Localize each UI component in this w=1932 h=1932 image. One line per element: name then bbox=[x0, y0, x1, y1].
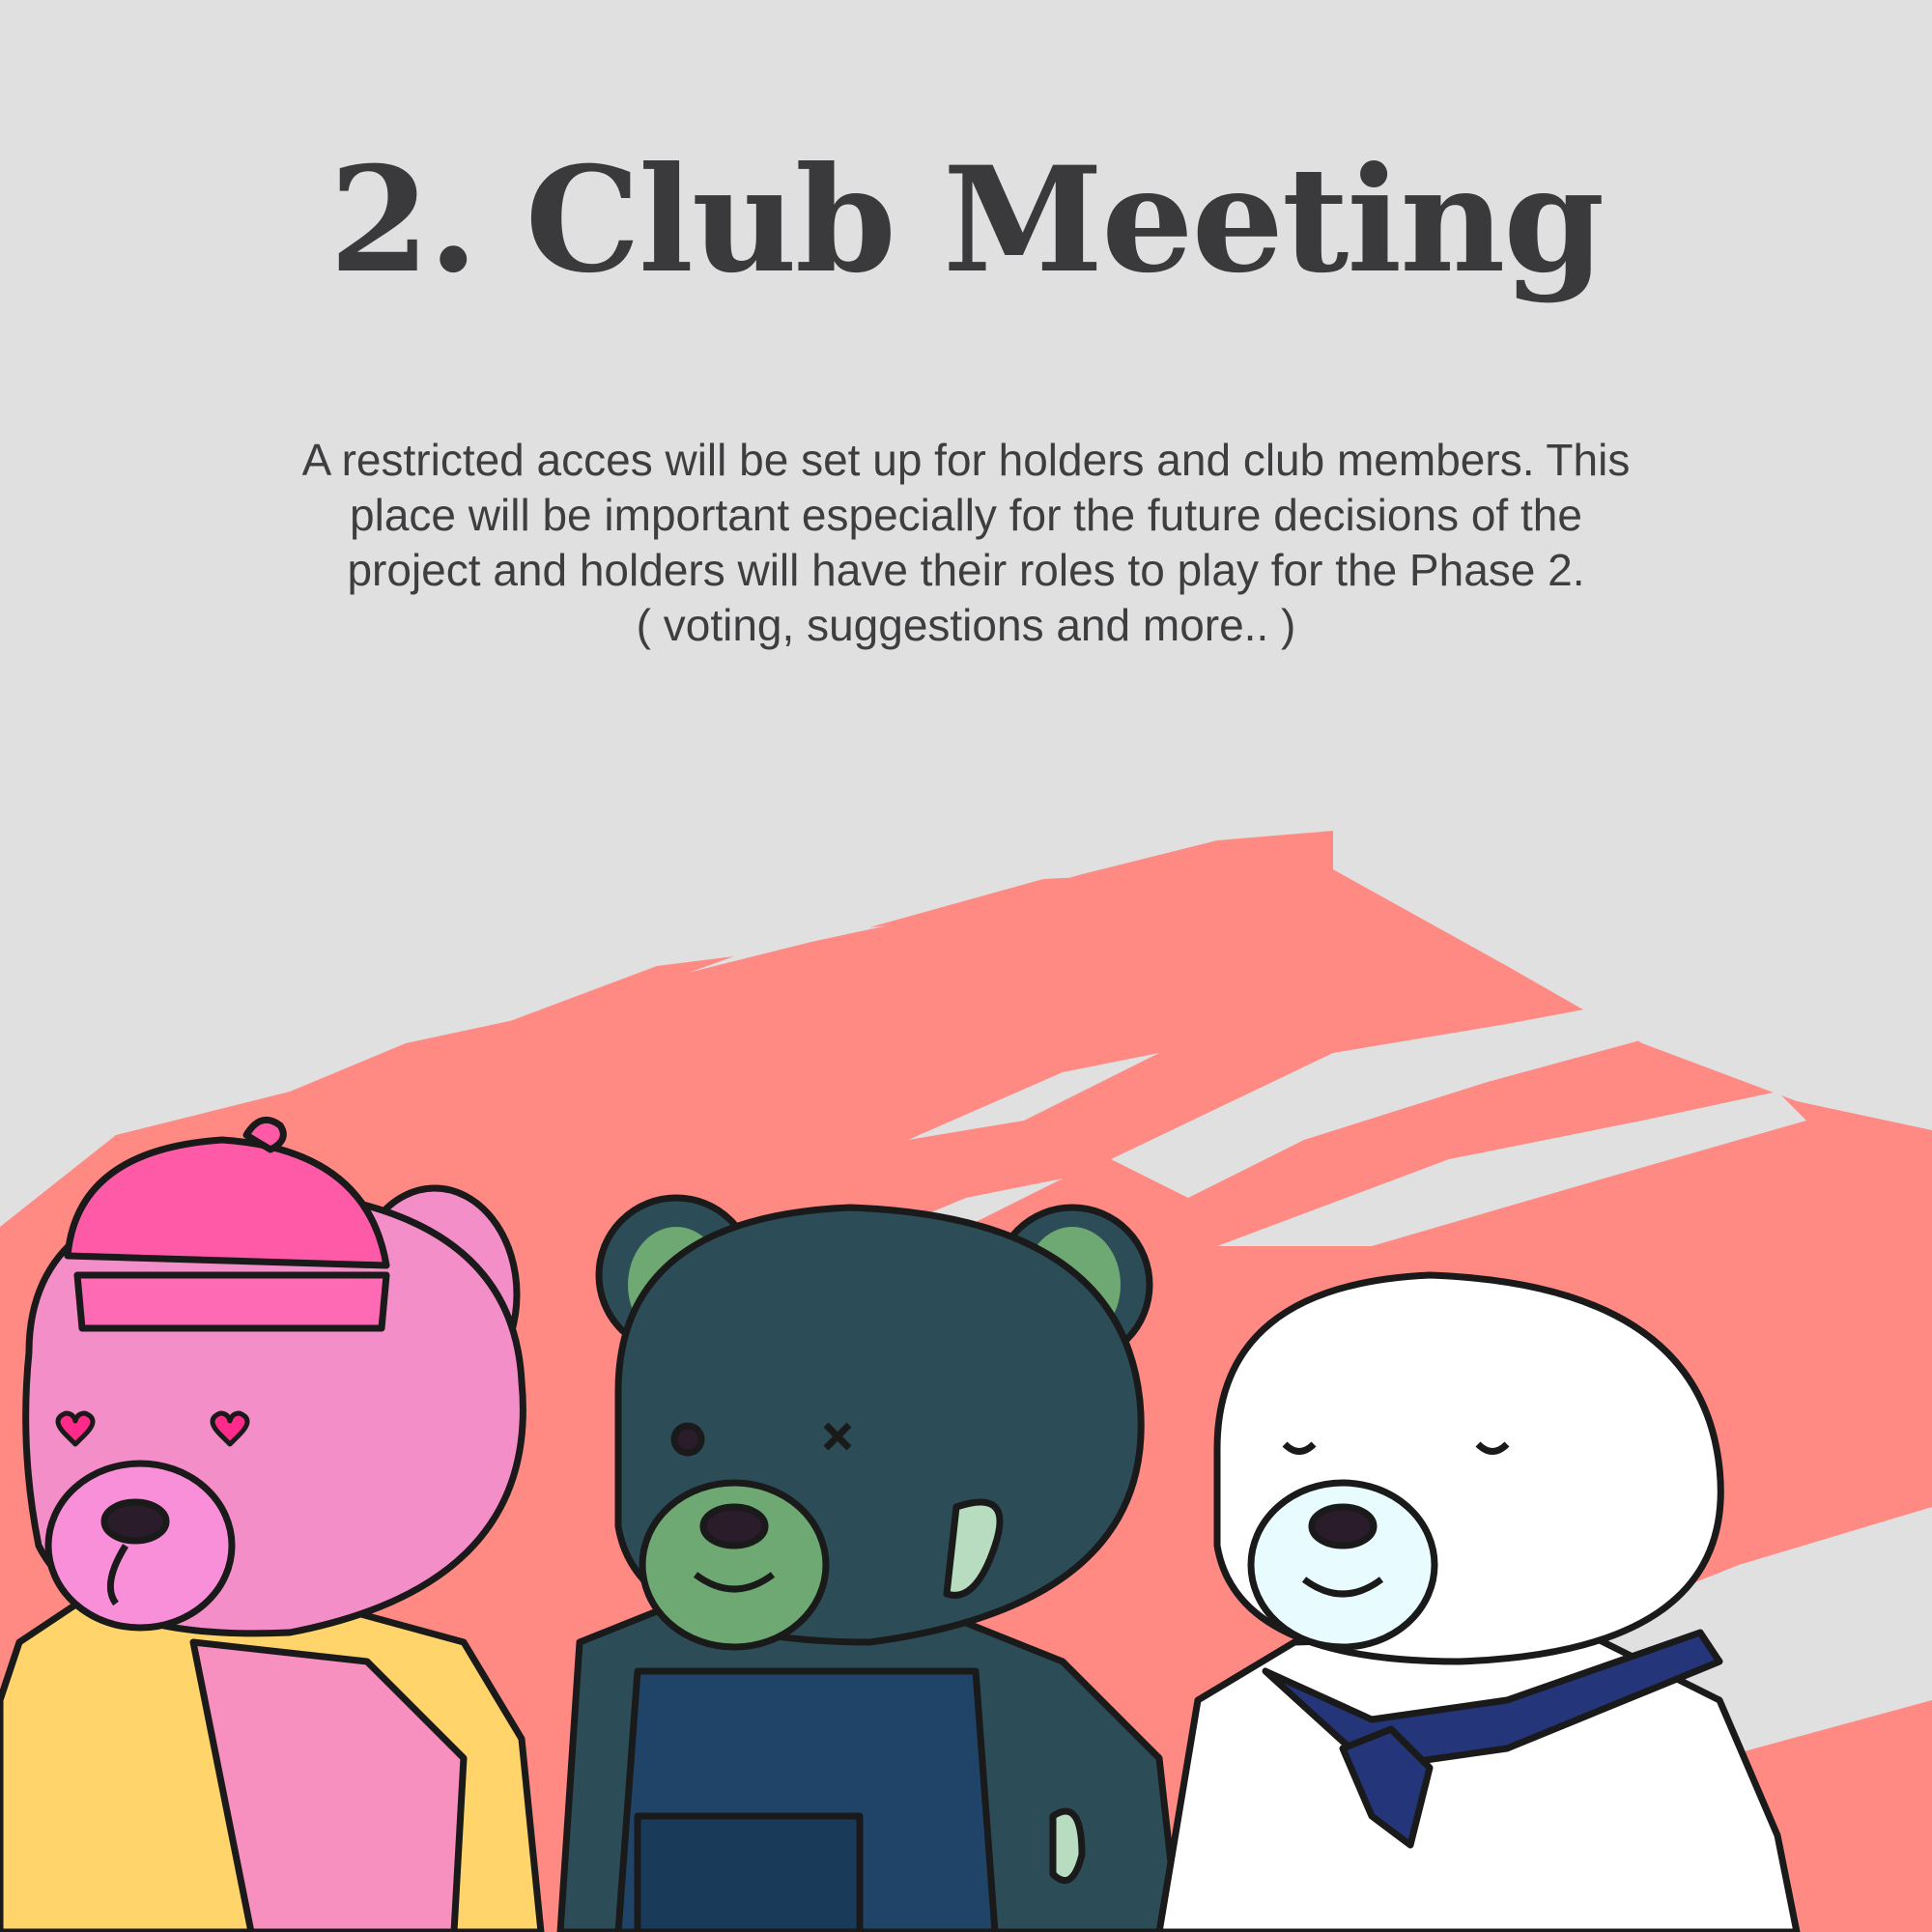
pink-bear bbox=[0, 1116, 545, 1932]
illustration bbox=[0, 831, 1932, 1932]
